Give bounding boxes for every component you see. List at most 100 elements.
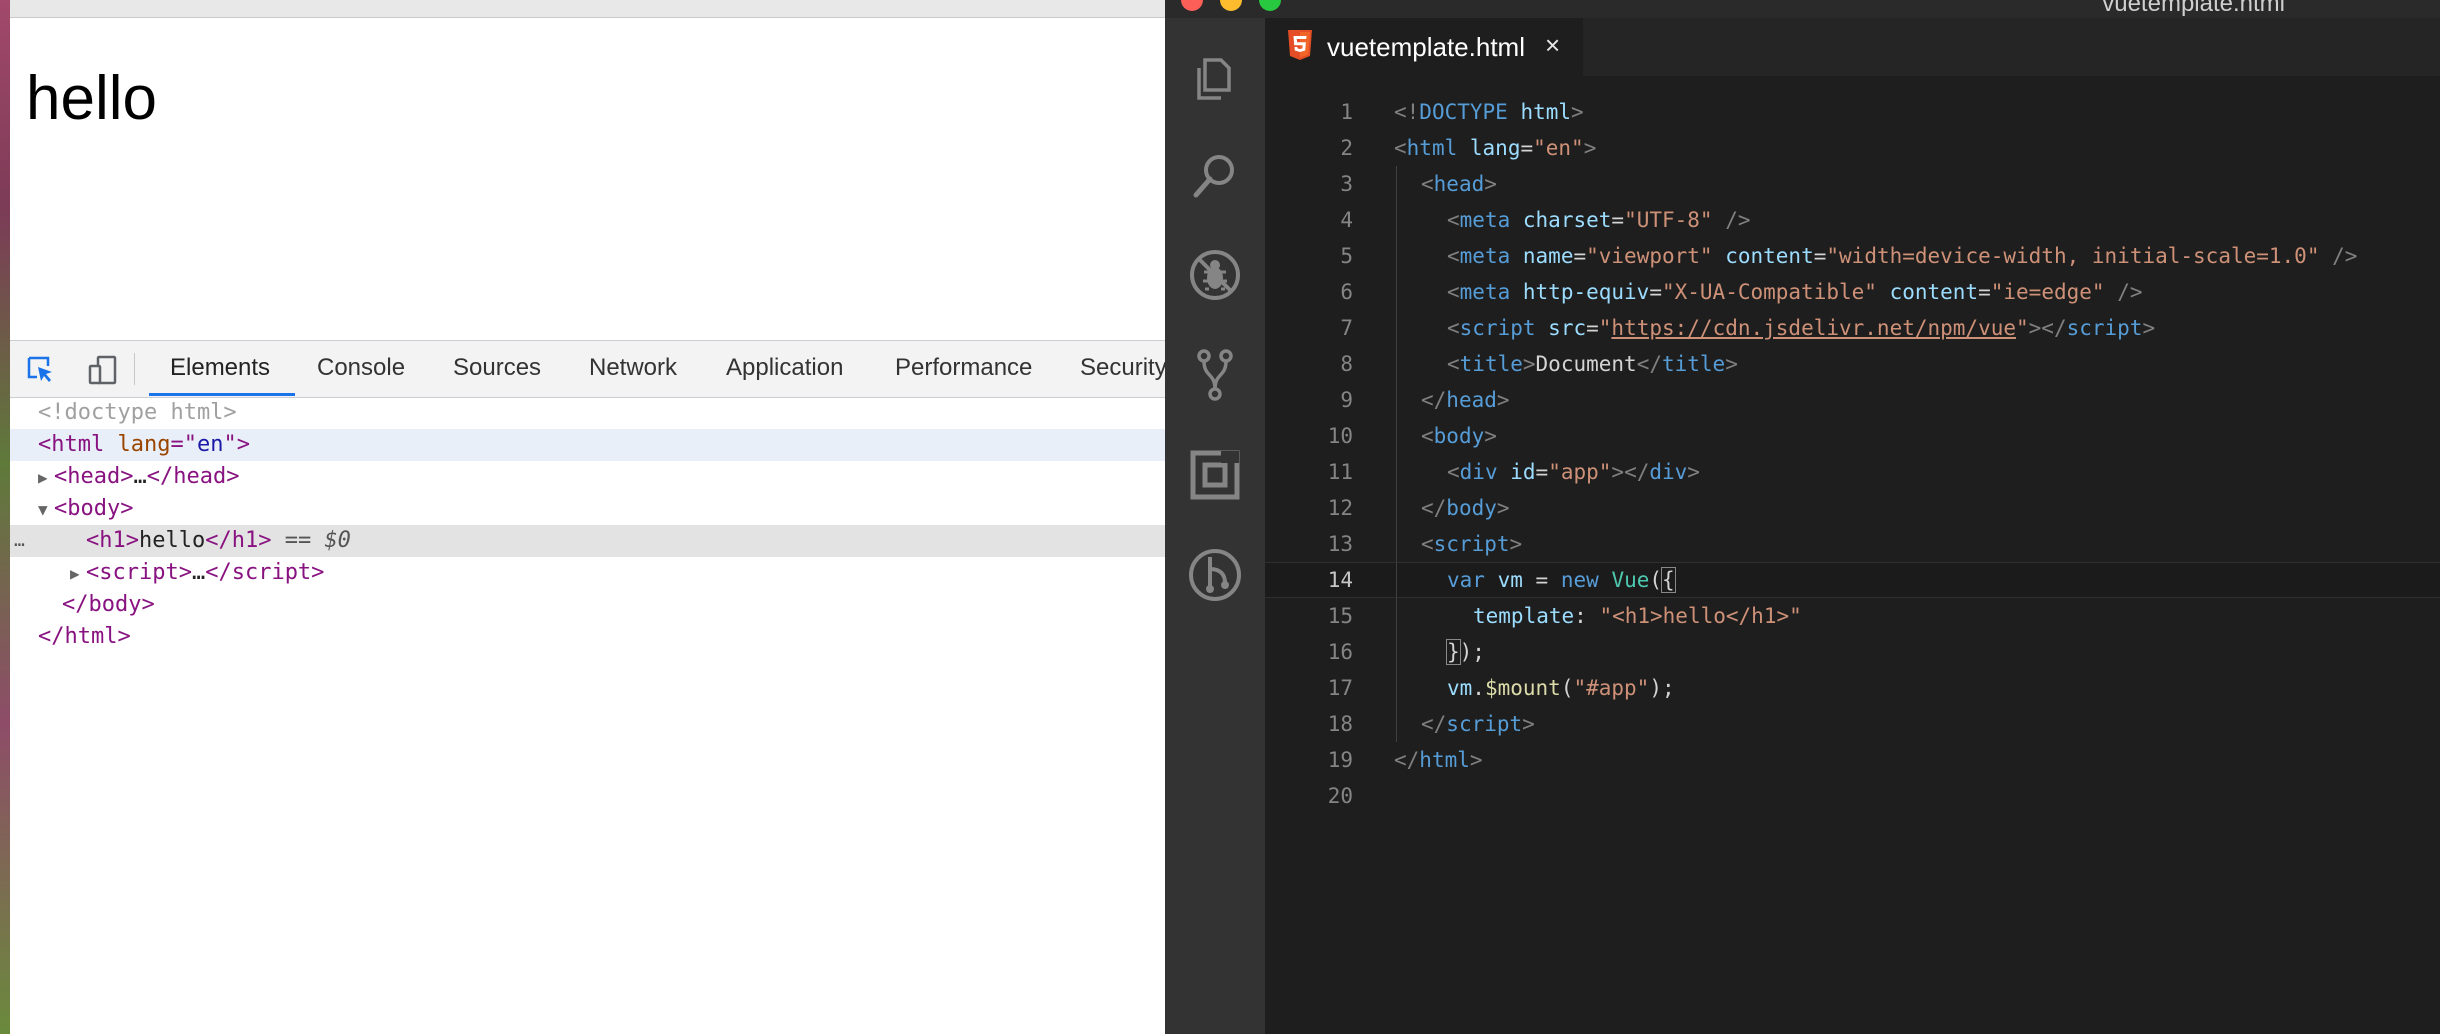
search-icon[interactable] xyxy=(1187,148,1243,204)
indent-guide xyxy=(1396,310,1397,346)
toolbar-separator xyxy=(134,353,135,385)
line-number: 9 xyxy=(1340,388,1353,412)
indent-guide xyxy=(1396,274,1397,310)
line-number: 4 xyxy=(1340,208,1353,232)
line-number: 6 xyxy=(1340,280,1353,304)
line-number: 18 xyxy=(1327,712,1353,736)
code-line: 5 <meta name="viewport" content="width=de… xyxy=(1265,238,2440,274)
tab-performance[interactable]: Performance xyxy=(895,341,1032,395)
active-tab-indicator xyxy=(149,393,295,396)
line-number: 8 xyxy=(1340,352,1353,376)
line-number: 10 xyxy=(1327,424,1353,448)
html5-file-icon xyxy=(1288,30,1312,60)
close-tab-icon[interactable]: × xyxy=(1545,30,1560,61)
activity-bar xyxy=(1165,18,1265,1034)
line-number: 3 xyxy=(1340,172,1353,196)
code-line: 7 <script src="https://cdn.jsdelivr.net/n… xyxy=(1265,310,2440,346)
code-line: 20 xyxy=(1265,778,2440,814)
line-number: 15 xyxy=(1327,604,1353,628)
devtools-toolbar: Elements Console Sources Network Applica… xyxy=(10,341,1165,398)
code-line: 1 <!DOCTYPE html> xyxy=(1265,94,2440,130)
browser-window: hello Elements Console Sources Network A… xyxy=(10,0,1165,1034)
indent-guide xyxy=(1396,526,1397,562)
indent-guide xyxy=(1396,454,1397,490)
indent-guide xyxy=(1396,706,1397,742)
node-actions-ellipsis[interactable]: … xyxy=(14,525,25,557)
code-line: 2 <html lang="en"> xyxy=(1265,130,2440,166)
dom-node-body-close: </body> xyxy=(62,592,155,617)
close-window-button[interactable] xyxy=(1181,0,1203,11)
device-toolbar-icon[interactable] xyxy=(88,355,118,385)
minimize-window-button[interactable] xyxy=(1220,0,1242,11)
code-line: 11 <div id="app"></div> xyxy=(1265,454,2440,490)
dom-tree: <!doctype html> <html lang="en"> ▶ <head>… xyxy=(10,397,1165,653)
code-line: 17 vm.$mount("#app"); xyxy=(1265,670,2440,706)
selected-node-ref: == $0 xyxy=(284,528,351,553)
collapse-triangle-icon[interactable]: ▼ xyxy=(38,494,54,526)
desktop-wallpaper-strip xyxy=(0,0,10,1034)
debug-icon[interactable] xyxy=(1187,247,1243,303)
line-number: 11 xyxy=(1327,460,1353,484)
editor-tab-vuetemplate[interactable]: vuetemplate.html × xyxy=(1265,18,1583,76)
source-control-icon[interactable] xyxy=(1187,347,1243,403)
inspect-element-icon[interactable] xyxy=(26,355,56,385)
window-title: vuetemplate.html xyxy=(2102,0,2285,17)
indent-guide xyxy=(1396,238,1397,274)
dom-node-script[interactable]: ▶ <script>…</script> xyxy=(10,557,1165,589)
code-line: 9 </head> xyxy=(1265,382,2440,418)
page-heading: hello xyxy=(26,64,157,133)
dom-node-html-close: </html> xyxy=(38,624,131,649)
indent-guide xyxy=(1396,670,1397,706)
tab-elements[interactable]: Elements xyxy=(170,341,270,395)
line-number: 13 xyxy=(1327,532,1353,556)
code-line: 8 <title>Document</title> xyxy=(1265,346,2440,382)
code-line: 10 <body> xyxy=(1265,418,2440,454)
code-editor-window: vuetemplate.html vuetemplate.html × 1 <!… xyxy=(1165,0,2440,1034)
indent-guide xyxy=(1396,598,1397,634)
tab-security[interactable]: Security xyxy=(1080,341,1165,395)
tab-console[interactable]: Console xyxy=(317,341,405,395)
code-area[interactable]: 1 <!DOCTYPE html> 2 <html lang="en"> 3 <hea… xyxy=(1265,94,2440,814)
git-history-icon[interactable] xyxy=(1187,547,1243,603)
code-line: 3 <head> xyxy=(1265,166,2440,202)
extensions-icon[interactable] xyxy=(1187,447,1243,503)
editor-tab-strip: vuetemplate.html × xyxy=(1265,18,2440,76)
tab-network[interactable]: Network xyxy=(589,341,677,395)
line-number: 20 xyxy=(1327,784,1353,808)
indent-guide xyxy=(1396,563,1397,599)
devtools-panel: Elements Console Sources Network Applica… xyxy=(10,340,1165,1034)
line-number: 17 xyxy=(1327,676,1353,700)
code-line-current: 14 var vm = new Vue({ xyxy=(1265,562,2440,599)
zoom-window-button[interactable] xyxy=(1259,0,1281,11)
indent-guide xyxy=(1396,634,1397,670)
line-number: 19 xyxy=(1327,748,1353,772)
code-line: 13 <script> xyxy=(1265,526,2440,562)
dom-node-head[interactable]: ▶ <head>…</head> xyxy=(10,461,1165,493)
editor-tab-label: vuetemplate.html xyxy=(1327,32,1525,62)
code-line: 16}); xyxy=(1265,634,2440,670)
dom-node-h1-selected[interactable]: … <h1>hello</h1> == $0 xyxy=(10,525,1165,557)
indent-guide xyxy=(1396,418,1397,454)
explorer-icon[interactable] xyxy=(1187,50,1243,106)
indent-guide xyxy=(1396,202,1397,238)
code-line: 19 </html> xyxy=(1265,742,2440,778)
code-line: 18 </script> xyxy=(1265,706,2440,742)
tab-application[interactable]: Application xyxy=(726,341,843,395)
editor-titlebar: vuetemplate.html xyxy=(1165,0,2440,18)
tab-sources[interactable]: Sources xyxy=(453,341,541,395)
expand-triangle-icon[interactable]: ▶ xyxy=(70,558,86,590)
indent-guide xyxy=(1396,382,1397,418)
code-line: 4 <meta charset="UTF-8" /> xyxy=(1265,202,2440,238)
expand-triangle-icon[interactable]: ▶ xyxy=(38,462,54,494)
dom-node-html[interactable]: <html lang="en"> xyxy=(10,429,1165,461)
code-line: 15 template: "<h1>hello</h1>" xyxy=(1265,598,2440,634)
line-number: 14 xyxy=(1327,568,1353,592)
indent-guide xyxy=(1396,490,1397,526)
dom-node-doctype[interactable]: <!doctype html> xyxy=(10,397,1165,429)
dom-node-body[interactable]: ▼ <body> xyxy=(10,493,1165,525)
page-viewport: hello xyxy=(10,18,1165,340)
indent-guide xyxy=(1396,346,1397,382)
line-number: 5 xyxy=(1340,244,1353,268)
line-number: 16 xyxy=(1327,640,1353,664)
line-number: 12 xyxy=(1327,496,1353,520)
